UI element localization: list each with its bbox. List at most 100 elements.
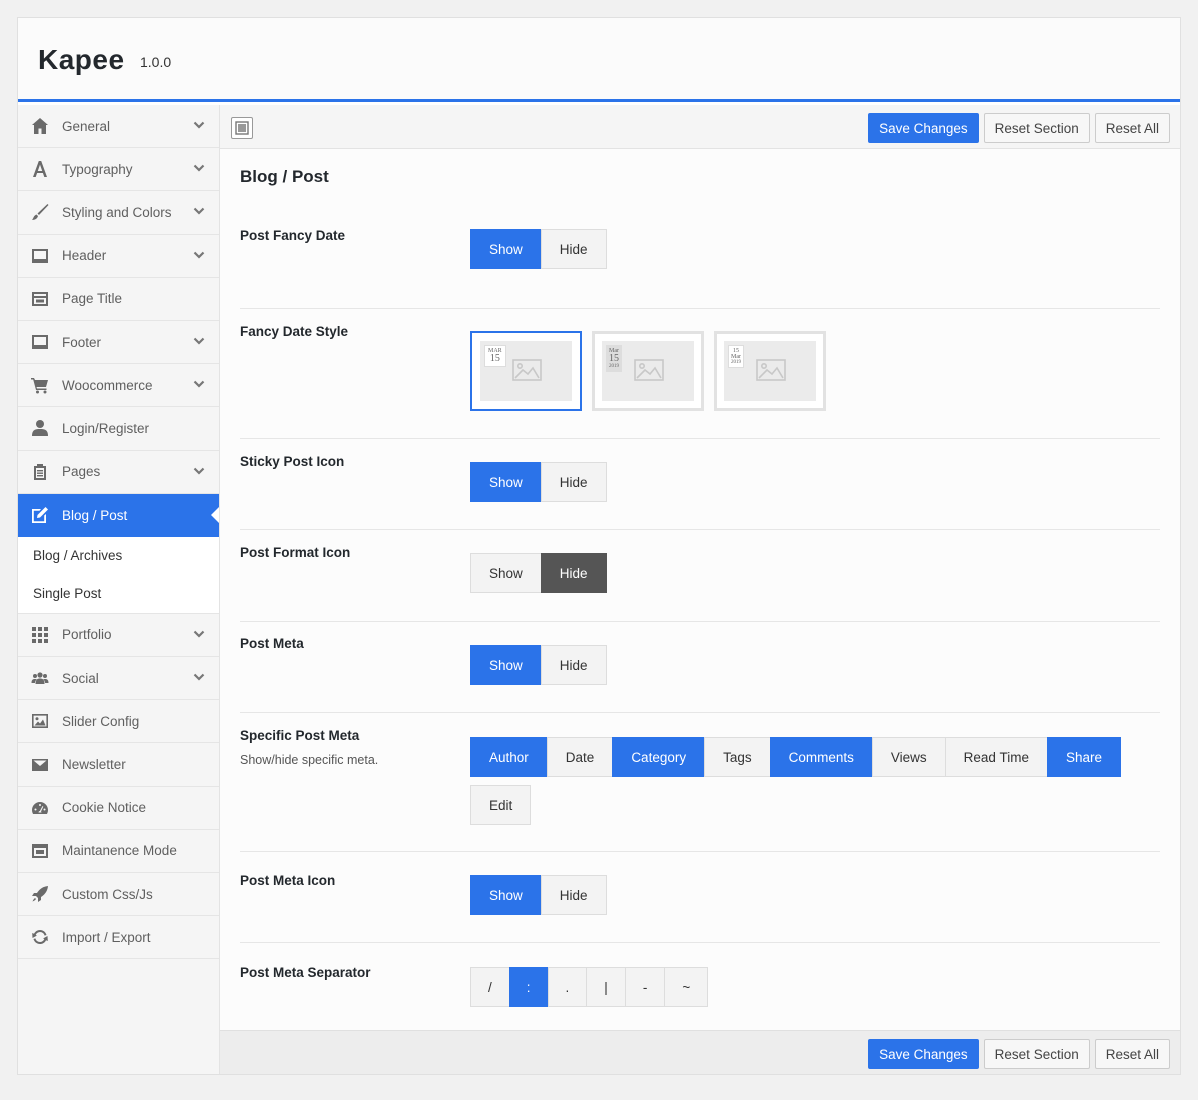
sidebar-item-blog-post[interactable]: Blog / Post [18, 493, 219, 537]
sidebar-item-label: Woocommerce [62, 377, 153, 393]
sidebar-item-portfolio[interactable]: Portfolio [18, 614, 219, 658]
sidebar-item-general[interactable]: General [18, 105, 219, 149]
chevron-down-icon [193, 164, 205, 172]
separator-option-0[interactable]: / [470, 967, 510, 1007]
post-format-icon-toggle: Show Hide [470, 553, 607, 593]
option-hide-button[interactable]: Hide [540, 875, 607, 915]
date-badge: MAR 15 [484, 345, 506, 367]
thumbnail-frame: Mar 15 2019 [602, 341, 694, 401]
save-changes-button-bottom[interactable]: Save Changes [868, 1039, 979, 1069]
option-category-button[interactable]: Category [612, 737, 706, 777]
reset-section-button-bottom[interactable]: Reset Section [983, 1039, 1090, 1069]
chevron-wrap[interactable] [193, 671, 205, 683]
option-tags-button[interactable]: Tags [704, 737, 771, 777]
option-views-button[interactable]: Views [871, 737, 946, 777]
expand-options-button[interactable] [231, 117, 253, 139]
sidebar-item-slider-config[interactable]: Slider Config [18, 700, 219, 744]
sidebar-item-label: Page Title [62, 291, 123, 307]
sidebar-subitem-blog-archives[interactable]: Blog / Archives [18, 537, 219, 575]
option-label: Fancy Date Style [240, 324, 349, 339]
option-label: Post Meta [240, 636, 304, 651]
brand-name: Kapee [38, 44, 125, 75]
sidebar: General Typography Styling and Colors Heade… [18, 105, 220, 1074]
sidebar-item-login-register[interactable]: Login/Register [18, 407, 219, 451]
brush-icon [30, 202, 50, 222]
date-badge: Mar 15 2019 [606, 345, 622, 372]
header-icon [30, 246, 50, 266]
separator-option-2[interactable]: . [547, 967, 588, 1007]
separator-option-1[interactable]: : [508, 967, 549, 1007]
sidebar-item-maintanence-mode[interactable]: Maintanence Mode [18, 830, 219, 873]
reset-all-button[interactable]: Reset All [1094, 113, 1170, 143]
chevron-wrap[interactable] [193, 162, 205, 174]
chevron-wrap[interactable] [193, 119, 205, 131]
option-hide-button[interactable]: Hide [540, 553, 607, 593]
sidebar-item-woocommerce[interactable]: Woocommerce [18, 364, 219, 408]
option-show-button[interactable]: Show [470, 462, 542, 502]
sidebar-item-label: General [62, 118, 111, 134]
grid-icon [30, 625, 50, 645]
option-label: Sticky Post Icon [240, 454, 345, 469]
option-show-button[interactable]: Show [470, 553, 542, 593]
sidebar-item-styling-and-colors[interactable]: Styling and Colors [18, 191, 219, 235]
option-share-button[interactable]: Share [1046, 737, 1121, 777]
image-placeholder-icon [512, 359, 542, 381]
option-show-button[interactable]: Show [470, 645, 542, 685]
sidebar-item-label: Cookie Notice [62, 800, 147, 816]
sidebar-item-newsletter[interactable]: Newsletter [18, 743, 219, 787]
separator-option-5[interactable]: ~ [664, 967, 709, 1007]
chevron-wrap[interactable] [193, 205, 205, 217]
option-read-time-button[interactable]: Read Time [944, 737, 1048, 777]
option-hide-button[interactable]: Hide [540, 462, 607, 502]
option-show-button[interactable]: Show [470, 875, 542, 915]
thumbnail-frame: 15 Mar 2019 [724, 341, 816, 401]
option-author-button[interactable]: Author [470, 737, 548, 777]
footer-icon [30, 332, 50, 352]
chevron-wrap[interactable] [193, 335, 205, 347]
option-edit-button[interactable]: Edit [470, 785, 532, 825]
separator-option-3[interactable]: | [586, 967, 626, 1007]
sidebar-item-social[interactable]: Social [18, 657, 219, 701]
expand-icon [235, 121, 249, 135]
sidebar-item-cookie-notice[interactable]: Cookie Notice [18, 787, 219, 830]
date-badge: 15 Mar 2019 [728, 345, 744, 368]
option-label: Post Fancy Date [240, 228, 346, 243]
separator-option-4[interactable]: - [624, 967, 666, 1007]
option-post-format-icon: Post Format Icon Show Hide [240, 530, 1160, 622]
sidebar-subitem-single-post[interactable]: Single Post [18, 575, 219, 613]
save-changes-button[interactable]: Save Changes [868, 113, 979, 143]
fancy-date-style-option-2[interactable]: Mar 15 2019 [592, 331, 704, 411]
specific-post-meta-multiselect: Author Date Category Tags Comments Views Read … [470, 737, 1150, 825]
option-comments-button[interactable]: Comments [769, 737, 873, 777]
chevron-down-icon [193, 630, 205, 638]
sidebar-item-label: Slider Config [62, 713, 140, 729]
sidebar-subnav: Blog / Archives Single Post [18, 536, 219, 614]
fancy-date-style-option-1[interactable]: MAR 15 [470, 331, 582, 411]
fancy-date-style-option-3[interactable]: 15 Mar 2019 [714, 331, 826, 411]
chevron-down-icon [193, 208, 205, 215]
sidebar-item-page-title[interactable]: Page Title [18, 278, 219, 321]
option-post-meta-icon: Post Meta Icon Show Hide [240, 852, 1160, 943]
chevron-wrap[interactable] [193, 465, 205, 477]
option-show-button[interactable]: Show [470, 229, 542, 269]
option-sticky-post-icon: Sticky Post Icon Show Hide [240, 439, 1160, 530]
reset-section-button[interactable]: Reset Section [983, 113, 1090, 143]
sidebar-item-label: Styling and Colors [62, 204, 172, 220]
sidebar-item-import-export[interactable]: Import / Export [18, 916, 219, 960]
sidebar-item-label: Blog / Post [62, 507, 128, 523]
sidebar-item-footer[interactable]: Footer [18, 321, 219, 365]
option-hide-button[interactable]: Hide [540, 645, 607, 685]
reset-all-button-bottom[interactable]: Reset All [1094, 1039, 1170, 1069]
chevron-wrap[interactable] [193, 628, 205, 640]
page-title-icon [30, 289, 50, 309]
theme-options-panel: Kapee 1.0.0 General Typography Styling and… [17, 17, 1181, 1075]
sidebar-item-header[interactable]: Header [18, 235, 219, 278]
sidebar-item-custom-css-js[interactable]: Custom Css/Js [18, 873, 219, 917]
option-hide-button[interactable]: Hide [540, 229, 607, 269]
sidebar-item-typography[interactable]: Typography [18, 148, 219, 192]
fancy-date-style-picker: MAR 15 Mar 15 2019 15 Mar 2019 [470, 331, 826, 411]
option-date-button[interactable]: Date [546, 737, 614, 777]
chevron-wrap[interactable] [193, 249, 205, 261]
sidebar-item-pages[interactable]: Pages [18, 451, 219, 494]
chevron-wrap[interactable] [193, 378, 205, 390]
